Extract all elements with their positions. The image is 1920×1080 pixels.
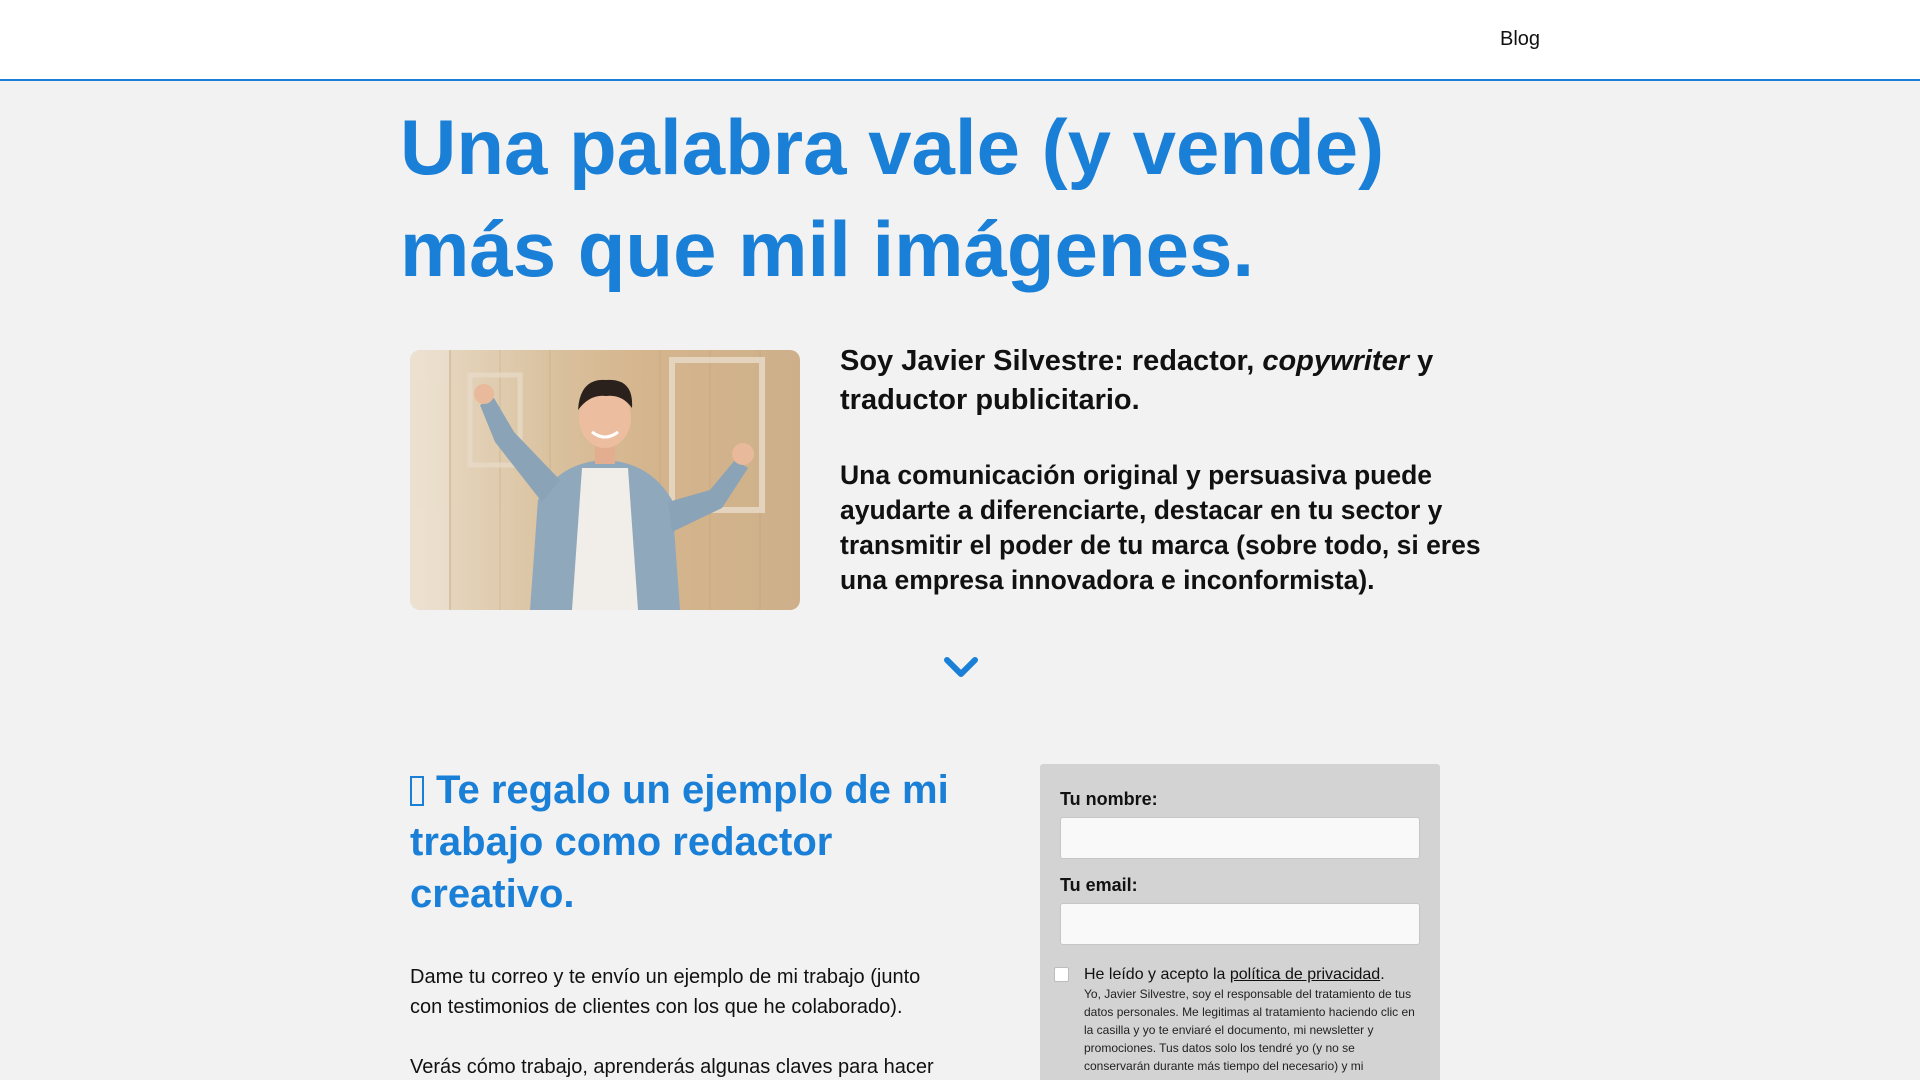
hero-title: Una palabra vale (y vende) más que mil i… [400, 103, 1385, 293]
privacy-consent-before: He leído y acepto la [1084, 966, 1230, 983]
gift-section-title: Te regalo un ejemplo de mi trabajo como … [410, 764, 970, 920]
privacy-consent-text: He leído y acepto la política de privaci… [1084, 965, 1424, 985]
gift-section-title-text: Te regalo un ejemplo de mi trabajo como … [410, 768, 949, 916]
nav-link-blog[interactable]: Blog [1500, 28, 1540, 51]
subscribe-form: Tu nombre: Tu email: He leído y acepto l… [1040, 764, 1440, 1080]
name-label: Tu nombre: [1060, 789, 1158, 809]
gift-paragraph-1: Dame tu correo y te envío un ejemplo de … [410, 966, 921, 1018]
gift-paragraph-2: Verás cómo trabajo, aprenderás algunas c… [410, 1056, 934, 1078]
photo-illustration [410, 350, 765, 610]
missing-glyph-icon [410, 776, 424, 806]
intro-heading-italic: copywriter [1262, 345, 1410, 377]
chevron-down-icon[interactable] [942, 654, 980, 682]
privacy-consent-after: . [1380, 966, 1385, 983]
email-input[interactable] [1060, 903, 1420, 945]
privacy-policy-link[interactable]: política de privacidad [1230, 966, 1380, 983]
intro-heading: Soy Javier Silvestre: redactor, copywrit… [840, 342, 1520, 420]
name-input[interactable] [1060, 817, 1420, 859]
intro-heading-start: Soy Javier Silvestre: redactor, [840, 345, 1263, 377]
site-header: Blog [0, 0, 1920, 81]
intro-paragraph: Una comunicación original y persuasiva p… [840, 460, 1481, 595]
email-label: Tu email: [1060, 875, 1138, 895]
profile-photo [410, 350, 800, 610]
privacy-checkbox[interactable] [1054, 967, 1069, 982]
privacy-disclaimer: Yo, Javier Silvestre, soy el responsable… [1084, 987, 1415, 1073]
